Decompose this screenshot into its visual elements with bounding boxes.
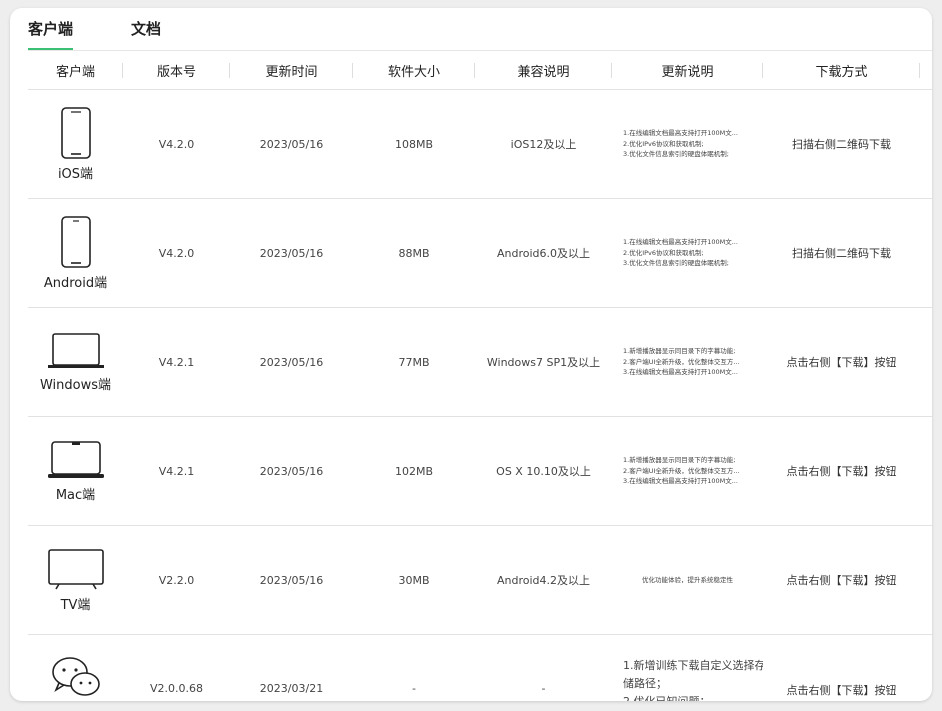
table-row: V2.0.0.68 2023/03/21 - - 1.新增训练下载自定义选择存 …: [28, 635, 932, 701]
client-name: iOS端: [57, 166, 94, 182]
note-line: 1.在线编辑文档最高支持打开100M文...: [623, 129, 738, 138]
note-line: 3.在线编辑文档最高支持打开100M文...: [623, 477, 738, 486]
note-line: 储路径；: [623, 677, 667, 690]
download-method[interactable]: 扫描右侧二维码下载: [763, 136, 920, 152]
compat: Windows7 SP1及以上: [486, 356, 601, 369]
file-size: 108MB: [394, 137, 434, 151]
file-size: 88MB: [398, 246, 430, 260]
file-size: 77MB: [398, 355, 430, 369]
update-date: 2023/05/16: [259, 573, 324, 587]
tv-icon: [47, 548, 104, 589]
client-name: Mac端: [55, 487, 96, 503]
version: V4.2.0: [158, 246, 195, 260]
col-size: 软件大小: [353, 61, 475, 80]
col-date: 更新时间: [230, 61, 353, 80]
update-date: 2023/05/16: [259, 137, 324, 151]
compat: OS X 10.10及以上: [496, 465, 591, 478]
tab-client[interactable]: 客户端: [28, 18, 74, 50]
table-row: Windows端 V4.2.1 2023/05/16 77MB Windows7…: [28, 308, 932, 417]
note-line: 3.优化文件信息索引的硬盘体眠机制;: [623, 150, 729, 159]
file-size: 30MB: [398, 573, 430, 587]
client-cell: Windows端: [28, 332, 123, 393]
client-table: 客户端 版本号 更新时间 软件大小 兼容说明 更新说明 下载方式 iOS端 V4…: [28, 51, 932, 701]
table-header: 客户端 版本号 更新时间 软件大小 兼容说明 更新说明 下载方式: [28, 51, 932, 90]
note-line: 3.在线编辑文档最高支持打开100M文...: [623, 368, 738, 377]
download-method[interactable]: 点击右侧【下载】按钮: [763, 354, 920, 370]
update-notes: 1.新增播放器显示同目录下的字幕功能; 2.客户端UI全新升级，优化整体交互方.…: [612, 455, 763, 487]
col-notes: 更新说明: [612, 61, 763, 80]
client-name: Android端: [43, 275, 108, 291]
note-line: 2.优化已知问题；: [623, 693, 763, 701]
phone-icon: [60, 106, 91, 159]
update-date: 2023/05/16: [259, 355, 324, 369]
note-line: 1.新增训练下载自定义选择存: [623, 659, 763, 672]
compat: Android4.2及以上: [496, 574, 591, 587]
table-row: TV端 V2.2.0 2023/05/16 30MB Android4.2及以上…: [28, 526, 932, 635]
update-notes: 1.新增播放器显示同目录下的字幕功能; 2.客户端UI全新升级，优化整体交互方.…: [612, 346, 763, 378]
wechat-icon: [51, 657, 100, 696]
note-line: 3.优化文件信息索引的硬盘体眠机制;: [623, 259, 729, 268]
version: V4.2.1: [158, 464, 195, 478]
client-name: Windows端: [39, 377, 112, 393]
download-method[interactable]: 扫描右侧二维码下载: [763, 245, 920, 261]
download-method[interactable]: 点击右侧【下载】按钮: [763, 572, 920, 588]
update-notes: 优化功能体验，提升系统稳定性: [612, 575, 763, 586]
table-row: Mac端 V4.2.1 2023/05/16 102MB OS X 10.10及…: [28, 417, 932, 526]
compat: iOS12及以上: [510, 138, 577, 151]
download-method[interactable]: 点击右侧【下载】按钮: [763, 463, 920, 479]
client-cell: [28, 655, 123, 699]
note-line: 2.优化IPv6协议和获取机制;: [623, 248, 704, 257]
version: V4.2.0: [158, 137, 195, 151]
col-client: 客户端: [28, 61, 123, 80]
update-date: 2023/05/16: [259, 246, 324, 260]
note-line: 优化功能体验，提升系统稳定性: [642, 575, 733, 584]
update-notes: 1.在线编辑文档最高支持打开100M文... 2.优化IPv6协议和获取机制; …: [612, 128, 763, 160]
client-cell: TV端: [28, 548, 123, 613]
client-cell: Mac端: [28, 440, 123, 503]
client-cell: Android端: [28, 215, 123, 291]
file-size: 102MB: [394, 464, 434, 478]
file-size: -: [412, 682, 416, 695]
version: V2.0.0.68: [149, 682, 203, 695]
download-card: 客户端 文档 客户端 版本号 更新时间 软件大小 兼容说明 更新说明 下载方式 …: [10, 8, 932, 701]
update-date: 2023/05/16: [259, 464, 324, 478]
tab-docs[interactable]: 文档: [131, 18, 161, 50]
table-row: iOS端 V4.2.0 2023/05/16 108MB iOS12及以上 1.…: [28, 90, 932, 199]
note-line: 1.新增播放器显示同目录下的字幕功能;: [623, 347, 736, 356]
version: V2.2.0: [158, 573, 195, 587]
client-cell: iOS端: [28, 106, 123, 182]
col-download: 下载方式: [763, 61, 920, 80]
update-notes: 1.在线编辑文档最高支持打开100M文... 2.优化IPv6协议和获取机制; …: [612, 237, 763, 269]
table-row: Android端 V4.2.0 2023/05/16 88MB Android6…: [28, 199, 932, 308]
compat: Android6.0及以上: [496, 247, 591, 260]
note-line: 1.新增播放器显示同目录下的字幕功能;: [623, 456, 736, 465]
tab-bar: 客户端 文档: [28, 8, 932, 50]
update-notes: 1.新增训练下载自定义选择存 储路径； 2.优化已知问题；: [612, 657, 763, 701]
update-date: 2023/03/21: [259, 682, 324, 695]
macbook-icon: [47, 440, 104, 478]
laptop-icon: [47, 332, 104, 368]
note-line: 1.在线编辑文档最高支持打开100M文...: [623, 238, 738, 247]
col-version: 版本号: [123, 61, 230, 80]
download-method[interactable]: 点击右侧【下载】按钮: [763, 682, 920, 698]
client-name: TV端: [60, 597, 91, 613]
note-line: 2.客户端UI全新升级，优化整体交互方...: [623, 357, 740, 366]
note-line: 2.客户端UI全新升级，优化整体交互方...: [623, 466, 740, 475]
col-compat: 兼容说明: [475, 61, 612, 80]
version: V4.2.1: [158, 355, 195, 369]
compat: -: [541, 682, 546, 695]
phone-icon: [60, 215, 91, 268]
note-line: 2.优化IPv6协议和获取机制;: [623, 139, 704, 148]
